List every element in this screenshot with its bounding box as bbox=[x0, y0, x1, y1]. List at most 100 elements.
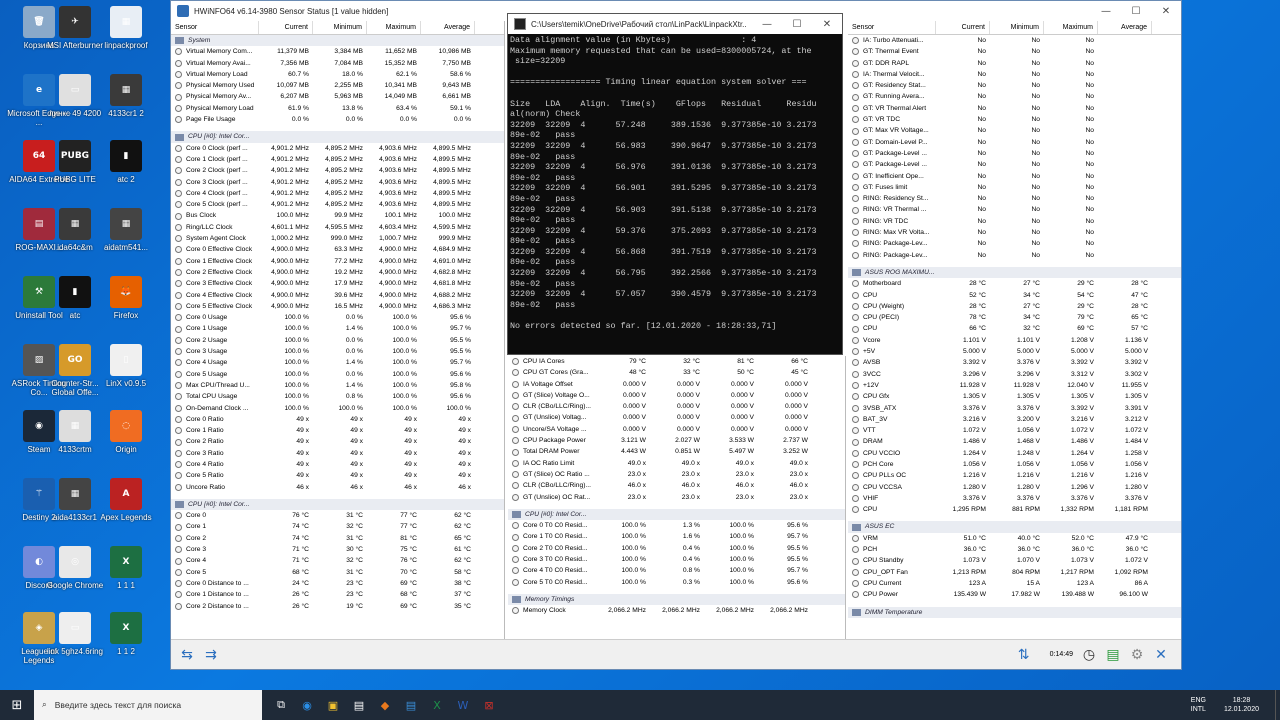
col-average[interactable]: Average bbox=[421, 21, 475, 34]
desktop-icon[interactable]: ▦ linpackproof bbox=[93, 6, 159, 50]
sensor-row[interactable]: Virtual Memory Avai... 7,356 MB 7,084 MB 15… bbox=[171, 58, 504, 69]
sensor-group-header[interactable]: CPU [#0]: Intel Cor... bbox=[171, 498, 504, 511]
language-indicator[interactable]: ENG INTL bbox=[1191, 696, 1206, 714]
desktop-icon[interactable]: A Apex Legends bbox=[93, 478, 159, 522]
taskbar-app-icon[interactable]: ⊠ bbox=[476, 690, 502, 720]
sensor-row[interactable]: Core 4 Usage 100.0 % 1.4 % 100.0 % 95.7 % bbox=[171, 357, 504, 368]
sensor-row[interactable]: Core 1 Clock (perf ... 4,901.2 MHz 4,895.2… bbox=[171, 154, 504, 165]
sensor-row[interactable]: CPU VCCSA 1.280 V 1.280 V 1.296 V 1.280 V bbox=[848, 482, 1181, 493]
sensor-row[interactable]: Core 0 Effective Clock 4,900.0 MHz 63.3 MH… bbox=[171, 244, 504, 255]
sensor-row[interactable]: GT: Inefficient Ope... No No No bbox=[848, 171, 1181, 182]
sensor-row[interactable]: Core 2 Distance to ... 26 °C 19 °C 69 °C 35 … bbox=[171, 601, 504, 612]
sensor-row[interactable]: Physical Memory Load 61.9 % 13.8 % 63.4 % 59… bbox=[171, 103, 504, 114]
sensor-row[interactable]: CPU Power 135.439 W 17.982 W 139.488 W 96.10… bbox=[848, 589, 1181, 600]
sensor-row[interactable]: PCH Core 1.056 V 1.056 V 1.056 V 1.056 V bbox=[848, 459, 1181, 470]
sensor-row[interactable]: Core 0 Distance to ... 24 °C 23 °C 69 °C 38 … bbox=[171, 578, 504, 589]
sensor-panel-left[interactable]: Sensor Current Minimum Maximum Average S… bbox=[171, 21, 505, 639]
sensor-row[interactable]: Core 4 Ratio 49 x 49 x 49 x 49 x bbox=[171, 459, 504, 470]
sensor-row[interactable]: Core 3 Ratio 49 x 49 x 49 x 49 x bbox=[171, 448, 504, 459]
taskbar-app-icon[interactable]: X bbox=[424, 690, 450, 720]
sensor-row[interactable]: CPU 1,295 RPM 881 RPM 1,332 RPM 1,181 RPM bbox=[848, 504, 1181, 515]
sensor-row[interactable]: RING: Max VR Volta... No No No bbox=[848, 227, 1181, 238]
maximize-button[interactable]: ☐ bbox=[782, 14, 812, 34]
sensor-row[interactable]: CLR (CBo/LLC/Ring)... 0.000 V 0.000 V 0.000… bbox=[508, 401, 845, 412]
sensor-row[interactable]: VTT 1.072 V 1.056 V 1.072 V 1.072 V bbox=[848, 425, 1181, 436]
minimize-button[interactable]: — bbox=[752, 14, 782, 34]
col-minimum[interactable]: Minimum bbox=[990, 21, 1044, 34]
windows-start-icon[interactable]: ⊞ bbox=[0, 690, 34, 720]
col-maximum[interactable]: Maximum bbox=[1044, 21, 1098, 34]
sensor-row[interactable]: CPU IA Cores 79 °C 32 °C 81 °C 66 °C bbox=[508, 356, 845, 367]
show-desktop-button[interactable] bbox=[1275, 690, 1280, 720]
sensor-row[interactable]: Memory Clock 2,066.2 MHz 2,066.2 MHz 2,066.… bbox=[508, 605, 845, 616]
back-arrows-icon[interactable]: ⇆ bbox=[175, 644, 199, 666]
sensor-row[interactable]: IA Voltage Offset 0.000 V 0.000 V 0.000 V 0.… bbox=[508, 379, 845, 390]
sensor-row[interactable]: GT: Package-Level ... No No No bbox=[848, 148, 1181, 159]
sensor-row[interactable]: Core 3 T0 C0 Resid... 100.0 % 0.4 % 100.0 %… bbox=[508, 554, 845, 565]
sensor-row[interactable]: On-Demand Clock ... 100.0 % 100.0 % 100.0 %… bbox=[171, 403, 504, 414]
sensor-row[interactable]: GT (Slice) Voltage O... 0.000 V 0.000 V 0.0… bbox=[508, 390, 845, 401]
sensor-panel-middle[interactable]: CPU IA Cores 79 °C 32 °C 81 °C 66 °C CPU GT C… bbox=[508, 356, 846, 639]
col-current[interactable]: Current bbox=[259, 21, 313, 34]
sensor-row[interactable]: Core 1 74 °C 32 °C 77 °C 62 °C bbox=[171, 521, 504, 532]
sensor-row[interactable]: 3VCC 3.296 V 3.296 V 3.312 V 3.302 V bbox=[848, 369, 1181, 380]
taskbar-app-icon[interactable]: W bbox=[450, 690, 476, 720]
sensor-row[interactable]: Core 0 T0 C0 Resid... 100.0 % 1.3 % 100.0 %… bbox=[508, 520, 845, 531]
sensor-row[interactable]: CPU PLLs OC 1.216 V 1.216 V 1.216 V 1.216 V bbox=[848, 470, 1181, 481]
col-minimum[interactable]: Minimum bbox=[313, 21, 367, 34]
sensor-group-header[interactable]: CPU [#0]: Intel Cor... bbox=[508, 508, 845, 521]
sensor-row[interactable]: IA: Turbo Attenuati... No No No bbox=[848, 35, 1181, 46]
sensor-row[interactable]: Core 4 Effective Clock 4,900.0 MHz 39.6 MH… bbox=[171, 290, 504, 301]
sensor-row[interactable]: Core 2 Ratio 49 x 49 x 49 x 49 x bbox=[171, 436, 504, 447]
sensor-row[interactable]: Uncore/SA Voltage ... 0.000 V 0.000 V 0.000… bbox=[508, 424, 845, 435]
sensor-row[interactable]: DRAM 1.486 V 1.468 V 1.486 V 1.484 V bbox=[848, 436, 1181, 447]
sensor-row[interactable]: Core 2 Effective Clock 4,900.0 MHz 19.2 MH… bbox=[171, 267, 504, 278]
desktop-icon[interactable]: ▦ 4133cr1 2 bbox=[93, 74, 159, 118]
sensor-row[interactable]: VHIF 3.376 V 3.376 V 3.376 V 3.376 V bbox=[848, 493, 1181, 504]
console-output[interactable]: Data alignment value (in Kbytes) : 4 Max… bbox=[508, 34, 842, 333]
desktop-icon[interactable]: ▯ LinX v0.9.5 bbox=[93, 344, 159, 388]
sensor-row[interactable]: Virtual Memory Load 60.7 % 18.0 % 62.1 % 58.… bbox=[171, 69, 504, 80]
sensor-row[interactable]: GT: Running Avera... No No No bbox=[848, 91, 1181, 102]
add-report-icon[interactable]: ▤ bbox=[1101, 644, 1125, 666]
taskbar-app-icon[interactable]: ▤ bbox=[398, 690, 424, 720]
sensor-row[interactable]: GT: Residency Stat... No No No bbox=[848, 80, 1181, 91]
sensor-row[interactable]: RING: Package-Lev... No No No bbox=[848, 250, 1181, 261]
sensor-row[interactable]: BAT_3V 3.216 V 3.200 V 3.216 V 3.212 V bbox=[848, 414, 1181, 425]
taskbar-app-icon[interactable]: ⧉ bbox=[268, 690, 294, 720]
desktop-icon[interactable]: ▮ atc 2 bbox=[93, 140, 159, 184]
col-maximum[interactable]: Maximum bbox=[367, 21, 421, 34]
sensor-row[interactable]: 3VSB_ATX 3.376 V 3.376 V 3.392 V 3.391 V bbox=[848, 403, 1181, 414]
sensor-row[interactable]: System Agent Clock 1,000.2 MHz 999.0 MHz 1,… bbox=[171, 233, 504, 244]
network-icon[interactable]: ⇅ bbox=[1012, 644, 1036, 666]
sensor-row[interactable]: Motherboard 28 °C 27 °C 29 °C 28 °C bbox=[848, 278, 1181, 289]
taskbar-app-icon[interactable]: ▣ bbox=[320, 690, 346, 720]
sensor-row[interactable]: Page File Usage 0.0 % 0.0 % 0.0 % 0.0 % bbox=[171, 114, 504, 125]
col-average[interactable]: Average bbox=[1098, 21, 1152, 34]
sensor-row[interactable]: Vcore 1.101 V 1.101 V 1.208 V 1.136 V bbox=[848, 335, 1181, 346]
sensor-row[interactable]: CPU_OPT Fan 1,213 RPM 804 RPM 1,217 RPM 1,09… bbox=[848, 567, 1181, 578]
sensor-row[interactable]: VRM 51.0 °C 40.0 °C 52.0 °C 47.9 °C bbox=[848, 533, 1181, 544]
sensor-row[interactable]: GT (Slice) OC Ratio ... 23.0 x 23.0 x 23.0 … bbox=[508, 469, 845, 480]
sensor-row[interactable]: Core 2 Usage 100.0 % 0.0 % 100.0 % 95.5 % bbox=[171, 335, 504, 346]
close-button[interactable]: ✕ bbox=[812, 14, 842, 34]
sensor-row[interactable]: Virtual Memory Com... 11,379 MB 3,384 MB 11… bbox=[171, 46, 504, 57]
sensor-row[interactable]: GT: Thermal Event No No No bbox=[848, 46, 1181, 57]
sensor-row[interactable]: Core 0 Clock (perf ... 4,901.2 MHz 4,895.2… bbox=[171, 143, 504, 154]
sensor-row[interactable]: CPU GT Cores (Gra... 48 °C 33 °C 50 °C 45 °C bbox=[508, 367, 845, 378]
sensor-row[interactable]: Core 0 76 °C 31 °C 77 °C 62 °C bbox=[171, 510, 504, 521]
settings-icon[interactable]: ⚙ bbox=[1125, 644, 1149, 666]
sensor-row[interactable]: +5V 5.000 V 5.000 V 5.000 V 5.000 V bbox=[848, 346, 1181, 357]
sensor-row[interactable]: Core 4 T0 C0 Resid... 100.0 % 0.8 % 100.0 %… bbox=[508, 565, 845, 576]
sensor-row[interactable]: CLR (CBo/LLC/Ring)... 46.0 x 46.0 x 46.0 x 4… bbox=[508, 480, 845, 491]
sensor-row[interactable]: Core 5 68 °C 31 °C 70 °C 58 °C bbox=[171, 567, 504, 578]
desktop-icon[interactable]: X 1 1 1 bbox=[93, 546, 159, 590]
sensor-row[interactable]: IA OC Ratio Limit 49.0 x 49.0 x 49.0 x 49.0 … bbox=[508, 458, 845, 469]
sensor-row[interactable]: Core 1 Usage 100.0 % 1.4 % 100.0 % 95.7 % bbox=[171, 323, 504, 334]
desktop-icon[interactable]: X 1 1 2 bbox=[93, 612, 159, 656]
minimize-button[interactable]: — bbox=[1091, 1, 1121, 21]
sensor-group-header[interactable]: System bbox=[171, 35, 504, 47]
col-sensor[interactable]: Sensor bbox=[848, 21, 936, 34]
sensor-row[interactable]: GT: VR TDC No No No bbox=[848, 114, 1181, 125]
sensor-row[interactable]: GT: Package-Level ... No No No bbox=[848, 159, 1181, 170]
